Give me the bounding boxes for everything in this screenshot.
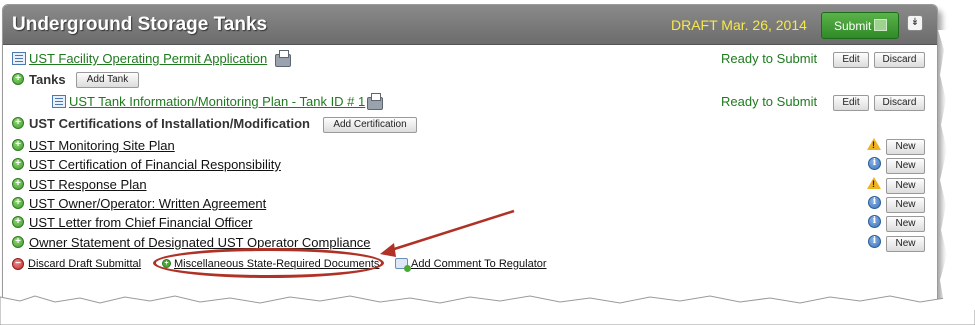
draft-date-label: DRAFT Mar. 26, 2014 [671, 17, 807, 33]
torn-edge-decoration [0, 295, 975, 325]
tank-item-row: UST Tank Information/Monitoring Plan - T… [3, 92, 937, 111]
document-link[interactable]: UST Letter from Chief Financial Officer [29, 215, 253, 230]
list-item: + UST Certification of Financial Respons… [3, 155, 937, 174]
new-button[interactable]: New [886, 139, 925, 155]
submit-button[interactable]: Submit [821, 12, 899, 39]
info-icon: i [868, 235, 881, 248]
plus-icon: + [12, 178, 24, 190]
info-icon: i [868, 215, 881, 228]
plus-icon: + [12, 139, 24, 151]
new-button[interactable]: New [886, 236, 925, 252]
annotation-ellipse [153, 248, 384, 278]
list-item: + UST Response Plan ! New [3, 175, 937, 194]
printer-icon[interactable] [367, 93, 383, 110]
add-certification-button[interactable]: Add Certification [323, 117, 417, 133]
document-link[interactable]: UST Owner/Operator: Written Agreement [29, 196, 266, 211]
new-button[interactable]: New [886, 197, 925, 213]
warning-icon: ! [867, 138, 881, 150]
printer-icon[interactable] [275, 50, 291, 67]
discard-button[interactable]: Discard [874, 95, 925, 111]
edit-button[interactable]: Edit [833, 95, 869, 111]
document-link[interactable]: Owner Statement of Designated UST Operat… [29, 235, 371, 250]
plus-icon: + [12, 216, 24, 228]
tanks-row: + Tanks Add Tank [3, 70, 937, 88]
edit-button[interactable]: Edit [833, 52, 869, 68]
info-icon: i [868, 157, 881, 170]
new-button[interactable]: New [886, 158, 925, 174]
status-text: Ready to Submit [721, 94, 818, 109]
discard-draft-link[interactable]: Discard Draft Submittal [28, 258, 141, 270]
plus-icon: + [12, 236, 24, 248]
document-link[interactable]: UST Monitoring Site Plan [29, 138, 175, 153]
new-button[interactable]: New [886, 178, 925, 194]
torn-edge-decoration [938, 30, 975, 310]
document-link[interactable]: UST Response Plan [29, 177, 147, 192]
tanks-label: Tanks [29, 72, 66, 87]
status-text: Ready to Submit [721, 51, 818, 66]
double-chevron-down-icon[interactable]: ↡ [907, 15, 923, 31]
plus-icon: + [12, 117, 24, 129]
discard-button[interactable]: Discard [874, 52, 925, 68]
document-link[interactable]: UST Certification of Financial Responsib… [29, 157, 281, 172]
list-item: + UST Monitoring Site Plan ! New [3, 136, 937, 155]
form-icon [52, 95, 66, 108]
annotation-arrow [380, 209, 515, 257]
panel-title: Underground Storage Tanks [12, 14, 268, 35]
form-icon [12, 52, 26, 65]
warning-icon: ! [867, 177, 881, 189]
facility-permit-link[interactable]: UST Facility Operating Permit Applicatio… [29, 51, 267, 66]
document-icon [874, 19, 887, 31]
submit-button-label: Submit [834, 19, 872, 33]
certifications-row: + UST Certifications of Installation/Mod… [3, 114, 937, 133]
plus-icon: + [12, 158, 24, 170]
minus-icon: − [12, 258, 24, 270]
info-icon: i [868, 196, 881, 209]
plus-icon: + [12, 73, 24, 85]
new-button[interactable]: New [886, 216, 925, 232]
facility-permit-row: UST Facility Operating Permit Applicatio… [3, 49, 937, 68]
panel-header: Underground Storage Tanks DRAFT Mar. 26,… [3, 5, 937, 45]
certifications-label: UST Certifications of Installation/Modif… [29, 116, 310, 131]
tank-info-link[interactable]: UST Tank Information/Monitoring Plan - T… [69, 94, 365, 109]
add-tank-button[interactable]: Add Tank [76, 72, 139, 88]
plus-icon: + [12, 197, 24, 209]
